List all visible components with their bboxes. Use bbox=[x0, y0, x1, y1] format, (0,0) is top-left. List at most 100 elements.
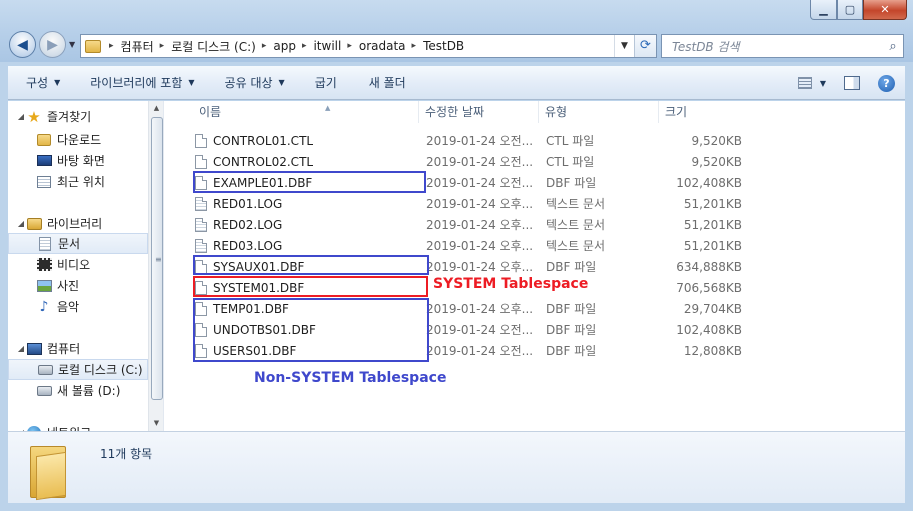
volume-icon bbox=[36, 383, 52, 398]
folder-icon bbox=[30, 440, 68, 501]
address-bar[interactable]: ▸ 컴퓨터 ▸ 로컬 디스크 (C:) ▸ app ▸ itwill ▸ oradata ▸ Test… bbox=[80, 34, 657, 58]
nav-item-label: 문서 bbox=[58, 237, 81, 251]
music-icon: ♪ bbox=[36, 298, 52, 315]
file-row[interactable]: CONTROL02.CTL 2019-01-24 오전... CTL 파일 9,520… bbox=[185, 151, 745, 172]
nav-item[interactable]: ◢네트워크 bbox=[8, 422, 148, 431]
breadcrumb-separator-icon[interactable]: ▸ bbox=[262, 41, 267, 51]
navigation-scrollbar[interactable]: ▲ ≡ ▼ bbox=[148, 101, 163, 431]
file-type: CTL 파일 bbox=[546, 155, 595, 169]
nav-item[interactable]: ◢ ★ 즐겨찾기 bbox=[8, 106, 148, 127]
scroll-thumb[interactable]: ≡ bbox=[151, 117, 163, 400]
chevron-down-icon: ▼ bbox=[278, 78, 285, 87]
breadcrumb-item[interactable]: itwill bbox=[313, 39, 341, 53]
refresh-button[interactable]: ⟳ bbox=[634, 35, 656, 57]
file-size: 12,808KB bbox=[683, 343, 742, 358]
breadcrumb-item[interactable]: 컴퓨터 bbox=[121, 38, 154, 55]
preview-pane-icon[interactable] bbox=[844, 76, 860, 90]
breadcrumb-separator-icon[interactable]: ▸ bbox=[302, 41, 307, 51]
nav-item-label: 음악 bbox=[57, 300, 80, 314]
minimize-button[interactable]: ▁ bbox=[810, 0, 837, 20]
forward-button[interactable]: ▶ bbox=[39, 31, 66, 58]
file-icon bbox=[195, 154, 207, 169]
breadcrumb-separator-icon[interactable]: ▸ bbox=[109, 41, 114, 51]
chevron-down-icon: ▼ bbox=[54, 78, 61, 87]
column-header-date[interactable]: 수정한 날짜 bbox=[419, 101, 539, 123]
expand-triangle-icon[interactable]: ◢ bbox=[16, 344, 26, 353]
file-date: 2019-01-24 오후... bbox=[426, 218, 534, 232]
file-name-cell: RED01.LOG bbox=[193, 196, 423, 211]
back-button[interactable]: ◀ bbox=[9, 31, 36, 58]
computer-icon bbox=[26, 341, 42, 356]
column-header-size[interactable]: 크기 bbox=[659, 101, 749, 123]
breadcrumb-item[interactable]: app bbox=[273, 39, 296, 53]
nav-item[interactable]: 새 볼륨 (D:) bbox=[8, 380, 148, 401]
file-type: 텍스트 문서 bbox=[546, 239, 606, 253]
breadcrumb-item[interactable]: 로컬 디스크 (C:) bbox=[171, 38, 256, 55]
command-bar-button[interactable]: 굽기 bbox=[303, 74, 349, 91]
chevron-down-icon: ▼ bbox=[188, 78, 195, 87]
downloads-folder-icon bbox=[36, 132, 52, 147]
nav-item[interactable]: ♪ 음악 bbox=[8, 296, 148, 317]
file-row[interactable]: CONTROL01.CTL 2019-01-24 오전... CTL 파일 9,520… bbox=[185, 130, 745, 151]
command-bar-button[interactable]: 구성 ▼ bbox=[14, 74, 72, 91]
breadcrumb-separator-icon[interactable]: ▸ bbox=[160, 41, 165, 51]
column-header-name[interactable]: 이름 ▲ bbox=[193, 101, 419, 123]
recent-places-icon-glyph bbox=[37, 175, 51, 188]
search-icon[interactable]: ⌕ bbox=[883, 39, 903, 54]
breadcrumb-separator-icon[interactable]: ▸ bbox=[347, 41, 352, 51]
file-icon bbox=[195, 133, 207, 148]
search-input[interactable]: TestDB 검색 bbox=[662, 38, 883, 55]
file-type: DBF 파일 bbox=[546, 260, 597, 274]
help-icon[interactable]: ? bbox=[878, 74, 895, 92]
system-tablespace-label: SYSTEM Tablespace bbox=[433, 276, 589, 292]
command-bar-button[interactable]: 새 폴더 bbox=[357, 74, 418, 91]
address-dropdown-button[interactable]: ▼ bbox=[614, 35, 634, 57]
documents-icon-glyph bbox=[39, 236, 51, 251]
nav-item[interactable]: 비디오 bbox=[8, 254, 148, 275]
file-name-cell: RED02.LOG bbox=[193, 217, 423, 232]
nav-item[interactable]: 로컬 디스크 (C:) bbox=[8, 359, 148, 380]
breadcrumb-segment: ▸ 컴퓨터 bbox=[103, 38, 154, 55]
address-actions: ▼ ⟳ bbox=[614, 35, 656, 57]
nav-item-label: 비디오 bbox=[57, 258, 91, 272]
breadcrumb-item[interactable]: TestDB bbox=[423, 39, 464, 53]
command-bar-button[interactable]: 공유 대상 ▼ bbox=[213, 74, 297, 91]
nav-item[interactable]: 바탕 화면 bbox=[8, 150, 148, 171]
maximize-button[interactable]: ▢ bbox=[837, 0, 863, 20]
file-icon bbox=[195, 217, 207, 232]
nav-item-label: 라이브러리 bbox=[47, 217, 103, 231]
expand-triangle-icon[interactable]: ◢ bbox=[16, 112, 26, 121]
command-bar-button-label: 새 폴더 bbox=[368, 76, 406, 90]
view-options-icon[interactable] bbox=[797, 77, 812, 89]
command-bar-button[interactable]: 라이브러리에 포함 ▼ bbox=[78, 74, 206, 91]
nav-item[interactable]: ◢ 컴퓨터 bbox=[8, 338, 148, 359]
view-options-dropdown[interactable]: ▼ bbox=[820, 79, 826, 88]
file-row[interactable]: RED03.LOG 2019-01-24 오후... 텍스트 문서 51,201KB bbox=[185, 235, 745, 256]
file-row[interactable]: RED02.LOG 2019-01-24 오후... 텍스트 문서 51,201KB bbox=[185, 214, 745, 235]
file-date: 2019-01-24 오전... bbox=[426, 134, 534, 148]
scroll-down-button[interactable]: ▼ bbox=[149, 416, 163, 431]
nav-item[interactable]: 최근 위치 bbox=[8, 171, 148, 192]
breadcrumb-item[interactable]: oradata bbox=[359, 39, 406, 53]
music-icon-glyph: ♪ bbox=[39, 298, 49, 315]
nav-item-label: 로컬 디스크 (C:) bbox=[58, 363, 143, 377]
breadcrumb-separator-icon[interactable]: ▸ bbox=[412, 41, 417, 51]
column-header-type[interactable]: 유형 bbox=[539, 101, 659, 123]
computer-icon-glyph bbox=[26, 342, 42, 355]
search-box[interactable]: TestDB 검색 ⌕ bbox=[661, 34, 904, 58]
nav-item[interactable]: ◢ 라이브러리 bbox=[8, 213, 148, 234]
explorer-body: ◢ ★ 즐겨찾기 다운로드 바탕 화면 최근 위치 ◢ 라이브러리문서비디오사진 ♪ 음악 ◢ 컴퓨터… bbox=[8, 101, 905, 431]
nav-item-label: 즐겨찾기 bbox=[47, 110, 92, 124]
nav-item[interactable]: 다운로드 bbox=[8, 129, 148, 150]
file-date: 2019-01-24 오후... bbox=[426, 239, 534, 253]
sort-arrow-icon: ▲ bbox=[325, 104, 331, 112]
close-button[interactable]: ✕ bbox=[863, 0, 907, 20]
file-row[interactable]: RED01.LOG 2019-01-24 오후... 텍스트 문서 51,201KB bbox=[185, 193, 745, 214]
file-name: RED01.LOG bbox=[213, 196, 283, 211]
videos-icon-glyph bbox=[36, 258, 52, 271]
nav-item[interactable]: 문서 bbox=[8, 233, 148, 254]
scroll-up-button[interactable]: ▲ bbox=[149, 101, 163, 116]
expand-triangle-icon[interactable]: ◢ bbox=[16, 219, 26, 228]
nav-item[interactable]: 사진 bbox=[8, 275, 148, 296]
file-size: 102,408KB bbox=[676, 175, 742, 190]
